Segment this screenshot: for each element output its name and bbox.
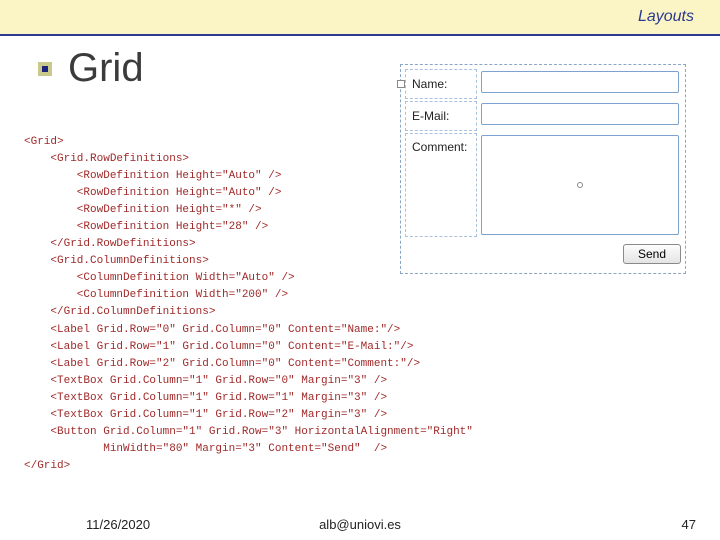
label-name: Name: bbox=[405, 69, 477, 99]
button-cell: Send bbox=[479, 239, 681, 269]
footer-date: 11/26/2020 bbox=[86, 517, 150, 532]
grid-form-preview: Name: E-Mail: Comment: Send bbox=[400, 64, 686, 274]
xaml-code-block: <Grid> <Grid.RowDefinitions> <RowDefinit… bbox=[24, 134, 434, 475]
send-button[interactable]: Send bbox=[623, 244, 681, 264]
label-email-text: E-Mail: bbox=[412, 109, 449, 123]
header-underline bbox=[0, 34, 720, 36]
resize-handle-icon bbox=[577, 182, 583, 188]
bullet-square-icon bbox=[38, 62, 52, 76]
label-name-text: Name: bbox=[412, 77, 447, 91]
slide-title-block: Grid bbox=[38, 46, 144, 91]
label-comment-text: Comment: bbox=[412, 140, 467, 154]
slide-footer: 11/26/2020 alb@uniovi.es 47 bbox=[0, 517, 720, 532]
label-email: E-Mail: bbox=[405, 101, 477, 131]
footer-page: 47 bbox=[682, 517, 696, 532]
comment-input[interactable] bbox=[481, 135, 679, 235]
breadcrumb: Layouts bbox=[638, 8, 694, 26]
email-input[interactable] bbox=[481, 103, 679, 125]
label-comment: Comment: bbox=[405, 133, 477, 237]
grip-icon bbox=[397, 80, 405, 88]
footer-email: alb@uniovi.es bbox=[319, 517, 401, 532]
header-band bbox=[0, 0, 720, 34]
name-input[interactable] bbox=[481, 71, 679, 93]
slide-title: Grid bbox=[68, 46, 144, 91]
empty-cell bbox=[405, 239, 477, 269]
